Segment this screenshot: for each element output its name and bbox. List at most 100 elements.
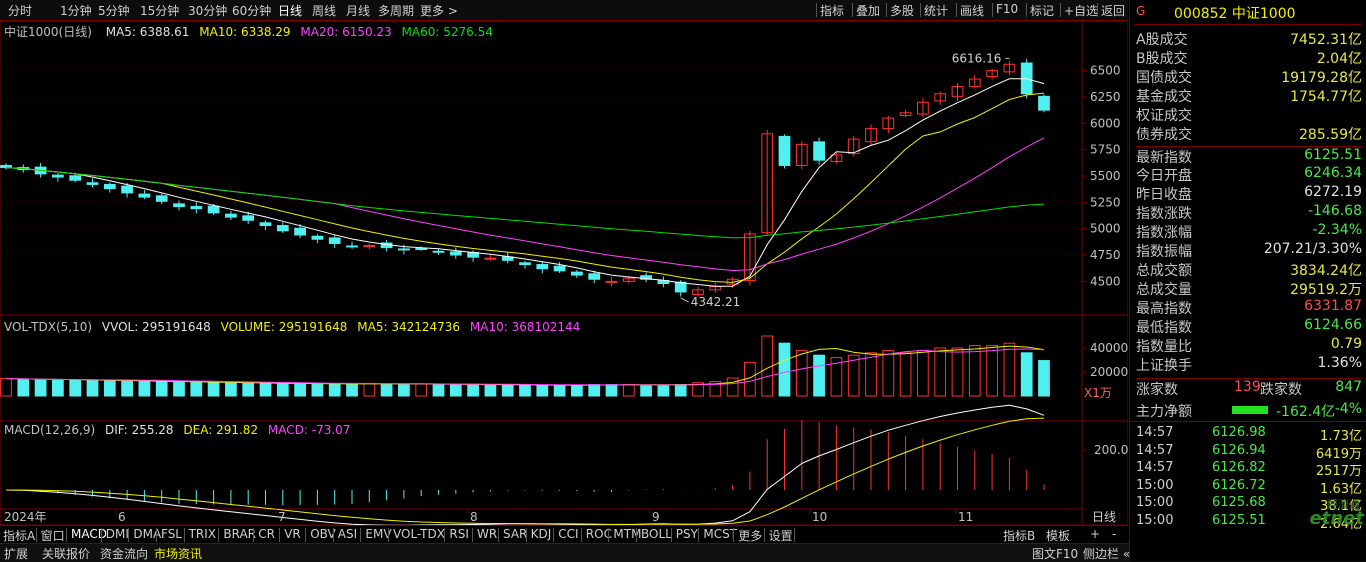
ma60-label: MA60: 5276.54 (401, 25, 493, 39)
stat-row: 指数涨跌 -146.68 (1136, 203, 1362, 222)
indicator-right-0[interactable]: 指标B (1003, 527, 1035, 544)
period-tab-4[interactable]: 30分钟 (188, 2, 227, 19)
status-tab-1[interactable]: 关联报价 (42, 545, 90, 562)
chart-canvas[interactable]: 6500 6250 6000 5750 5500 5250 5000 4750 4500 6616… (0, 21, 1128, 525)
toolbar-button-2[interactable]: 多股 (890, 2, 914, 19)
vol-tick-label: 40000 (1090, 341, 1128, 355)
stat-value: 6272.19 (1304, 184, 1362, 200)
toolbar-button-5[interactable]: F10 (996, 2, 1018, 16)
vol-panel-title: VOL-TDX(5,10) (4, 320, 93, 334)
indicator-right-2[interactable]: + (1090, 527, 1100, 541)
indicator-right-1[interactable]: 模板 (1046, 527, 1070, 544)
down-count-value: 847 (1335, 379, 1362, 395)
indicator-right-3[interactable]: - (1112, 527, 1116, 541)
toolbar-button-6[interactable]: 标记 (1030, 2, 1054, 19)
tab-separator (636, 528, 637, 542)
vol-panel-header: VOL-TDX(5,10) VVOL: 295191648 VOLUME: 29… (4, 320, 580, 334)
status-tab-3[interactable]: 市场资讯 (154, 545, 202, 562)
toolbar-separator (920, 3, 921, 17)
x-tick-label: 9 (652, 510, 660, 524)
status-tab-0[interactable]: 扩展 (4, 545, 28, 562)
indicator-tab-0[interactable]: 指标A (3, 527, 35, 544)
toolbar-button-8[interactable]: 返回 (1101, 2, 1125, 19)
candle-body (484, 257, 497, 260)
indicator-tab-13[interactable]: VOL-TDX (393, 527, 445, 541)
indicator-tab-25[interactable]: 设置 (769, 527, 793, 544)
indicator-tab-15[interactable]: WR (477, 527, 497, 541)
status-right-0[interactable]: 图文F10 (1032, 545, 1078, 562)
tick-row: 14:57 6126.94 6419万 (1136, 442, 1362, 462)
period-tab-0[interactable]: 分时 (8, 2, 32, 19)
period-tab-5[interactable]: 60分钟 (232, 2, 271, 19)
toolbar-button-3[interactable]: 统计 (924, 2, 948, 19)
volume-bar (432, 384, 445, 397)
indicator-tab-22[interactable]: PSY (676, 527, 698, 541)
indicator-tab-14[interactable]: RSI (449, 527, 469, 541)
price-tick-label: 4500 (1090, 274, 1121, 288)
security-name[interactable]: 000852 中证1000 (1174, 3, 1296, 23)
period-tab-10[interactable]: 更多 > (420, 2, 458, 19)
indicator-tab-3[interactable]: DMI (106, 527, 129, 541)
toolbar-button-0[interactable]: 指标 (820, 2, 844, 19)
tick-time: 15:00 (1136, 495, 1174, 510)
volume-bar (467, 384, 479, 397)
toolbar-button-4[interactable]: 画线 (960, 2, 984, 19)
tick-time: 14:57 (1136, 425, 1174, 440)
macd-value-label: MACD: -73.07 (267, 423, 351, 437)
indicator-tab-7[interactable]: BRAR (223, 527, 256, 541)
indicator-tab-17[interactable]: KDJ (531, 527, 552, 541)
indicator-tab-4[interactable]: DMA (133, 527, 161, 541)
period-tab-2[interactable]: 5分钟 (98, 2, 130, 19)
status-tab-2[interactable]: 资金流向 (100, 545, 148, 562)
candle-body (190, 206, 203, 210)
volume-label: VOLUME: 295191648 (220, 320, 348, 334)
indicator-tab-24[interactable]: 更多 (738, 527, 762, 544)
volume-bar (190, 381, 203, 397)
vol-unit-label: X1万 (1084, 386, 1112, 400)
period-tab-3[interactable]: 15分钟 (140, 2, 179, 19)
period-tab-6[interactable]: 日线 (278, 2, 302, 19)
tick-row: 14:57 6126.82 2517万 (1136, 460, 1362, 479)
indicator-tab-1[interactable]: 窗口 (41, 527, 65, 544)
volume-bar (0, 378, 12, 397)
period-tab-8[interactable]: 月线 (346, 2, 370, 19)
volume-bar (155, 381, 168, 397)
tab-separator (332, 528, 334, 542)
low-label: 4342.21 (691, 295, 741, 309)
indicator-tab-5[interactable]: FSL (161, 527, 182, 541)
tick-time: 14:57 (1136, 460, 1174, 475)
toolbar-button-1[interactable]: 叠加 (856, 2, 880, 19)
indicator-tab-6[interactable]: TRIX (189, 527, 216, 541)
period-unit-label[interactable]: 日线 (1092, 510, 1116, 524)
period-tab-9[interactable]: 多周期 (378, 2, 414, 19)
status-right-1[interactable]: 侧边栏 « (1083, 545, 1130, 562)
tick-price: 6126.94 (1212, 442, 1266, 458)
quote-panel: G 000852 中证1000 A股成交 7452.31亿 B股成交 2.04亿 国债成… (1129, 0, 1366, 561)
indicator-tab-21[interactable]: BOLL (641, 527, 672, 541)
indicator-tab-9[interactable]: VR (284, 527, 301, 541)
stat-label: 基金成交 (1136, 89, 1192, 105)
indicator-tab-20[interactable]: MTM (613, 527, 641, 541)
volume-bar (813, 354, 825, 397)
indicator-tab-18[interactable]: CCI (558, 527, 578, 541)
toolbar-button-7[interactable]: +自选 (1064, 2, 1098, 19)
candle-body (432, 250, 445, 253)
candle-body (813, 141, 825, 161)
period-tab-1[interactable]: 1分钟 (60, 2, 92, 19)
volume-bar (605, 384, 618, 397)
volume-bar (259, 382, 272, 397)
stat-label: 上证换手 (1136, 358, 1192, 374)
volume-bar (657, 384, 670, 397)
indicator-tab-23[interactable]: MCST (703, 527, 737, 541)
stat-label: 最低指数 (1136, 320, 1192, 336)
ma10-label: MA10: 6338.29 (199, 25, 291, 39)
stat-row: 指数振幅 207.21/3.30% (1136, 241, 1362, 260)
stat-row: 今日开盘 6246.34 (1136, 165, 1362, 184)
indicator-tab-16[interactable]: SAR (503, 527, 527, 541)
indicator-tab-11[interactable]: ASI (338, 527, 357, 541)
period-tab-7[interactable]: 周线 (312, 2, 336, 19)
indicator-tab-8[interactable]: CR (258, 527, 275, 541)
tick-time: 15:00 (1136, 512, 1174, 528)
vol-ma10-line (5, 348, 1045, 386)
stat-row: 昨日收盘 6272.19 (1136, 184, 1362, 203)
